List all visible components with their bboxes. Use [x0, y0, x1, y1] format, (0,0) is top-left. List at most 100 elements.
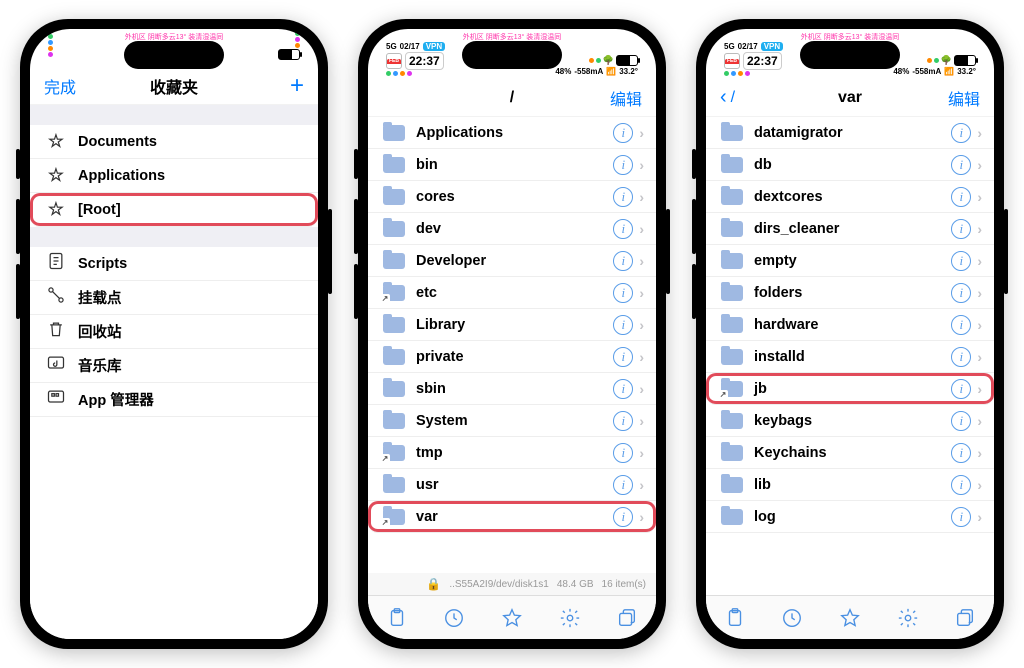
- folder-row[interactable]: keybags i ›: [706, 405, 994, 437]
- folder-icon: [721, 125, 743, 141]
- toolbar-gear-button[interactable]: [557, 605, 583, 631]
- back-button[interactable]: ‹ /: [720, 86, 735, 109]
- toolbar-windows-button[interactable]: [614, 605, 640, 631]
- folder-row[interactable]: Keychains i ›: [706, 437, 994, 469]
- folder-row[interactable]: System i ›: [368, 405, 656, 437]
- favorites-row[interactable]: 回收站: [30, 315, 318, 349]
- folder-row[interactable]: db i ›: [706, 149, 994, 181]
- info-button[interactable]: i: [951, 475, 971, 495]
- folder-row[interactable]: installd i ›: [706, 341, 994, 373]
- folder-row[interactable]: lib i ›: [706, 469, 994, 501]
- toolbar-clock-button[interactable]: [779, 605, 805, 631]
- add-button[interactable]: +: [290, 72, 304, 100]
- edit-button[interactable]: 编辑: [610, 86, 642, 110]
- folder-row[interactable]: Developer i ›: [368, 245, 656, 277]
- folder-row[interactable]: folders i ›: [706, 277, 994, 309]
- toolbar-gear-button[interactable]: [895, 605, 921, 631]
- folder-row[interactable]: dextcores i ›: [706, 181, 994, 213]
- folder-row[interactable]: private i ›: [368, 341, 656, 373]
- folder-icon: [383, 509, 405, 525]
- apps-icon: [45, 387, 67, 412]
- folder-row[interactable]: bin i ›: [368, 149, 656, 181]
- info-button[interactable]: i: [613, 187, 633, 207]
- folder-row[interactable]: cores i ›: [368, 181, 656, 213]
- info-button[interactable]: i: [613, 251, 633, 271]
- info-button[interactable]: i: [613, 347, 633, 367]
- folder-row[interactable]: dirs_cleaner i ›: [706, 213, 994, 245]
- info-button[interactable]: i: [613, 283, 633, 303]
- folder-row[interactable]: var i ›: [368, 501, 656, 533]
- row-label: tmp: [408, 445, 613, 461]
- favorites-row[interactable]: ☆ Documents: [30, 125, 318, 159]
- folder-icon: [721, 285, 743, 301]
- info-button[interactable]: i: [951, 507, 971, 527]
- nav-bar: ‹ / var 编辑: [706, 79, 994, 117]
- favorites-row[interactable]: 挂载点: [30, 281, 318, 315]
- info-button[interactable]: i: [613, 123, 633, 143]
- toolbar-clipboard-button[interactable]: [384, 605, 410, 631]
- folder-list-var[interactable]: datamigrator i › db i › dextcores i › di…: [706, 117, 994, 595]
- favorites-row[interactable]: App 管理器: [30, 383, 318, 417]
- info-button[interactable]: i: [951, 251, 971, 271]
- info-button[interactable]: i: [613, 443, 633, 463]
- folder-row[interactable]: etc i ›: [368, 277, 656, 309]
- folder-list-root[interactable]: Applications i › bin i › cores i › dev i…: [368, 117, 656, 573]
- script-icon: [46, 251, 66, 276]
- footer-size: 48.4 GB: [557, 579, 594, 590]
- row-label: Documents: [70, 134, 306, 150]
- chevron-right-icon: ›: [971, 381, 982, 397]
- info-button[interactable]: i: [613, 411, 633, 431]
- favorites-row[interactable]: ☆ Applications: [30, 159, 318, 193]
- chevron-right-icon: ›: [633, 349, 644, 365]
- nav-bar: 完成 收藏夹 +: [30, 67, 318, 105]
- row-label: db: [746, 157, 951, 173]
- toolbar-star-button[interactable]: [837, 605, 863, 631]
- info-button[interactable]: i: [951, 123, 971, 143]
- info-button[interactable]: i: [613, 219, 633, 239]
- trash-icon: [46, 319, 66, 344]
- info-button[interactable]: i: [951, 443, 971, 463]
- edit-button[interactable]: 编辑: [948, 86, 980, 110]
- info-button[interactable]: i: [951, 187, 971, 207]
- favorites-row[interactable]: Scripts: [30, 247, 318, 281]
- info-button[interactable]: i: [951, 411, 971, 431]
- info-button[interactable]: i: [613, 155, 633, 175]
- info-button[interactable]: i: [951, 315, 971, 335]
- folder-icon: [383, 317, 405, 333]
- row-label: lib: [746, 477, 951, 493]
- folder-row[interactable]: jb i ›: [706, 373, 994, 405]
- info-button[interactable]: i: [613, 379, 633, 399]
- toolbar-star-button[interactable]: [499, 605, 525, 631]
- toolbar-clock-button[interactable]: [441, 605, 467, 631]
- folder-row[interactable]: empty i ›: [706, 245, 994, 277]
- folder-row[interactable]: sbin i ›: [368, 373, 656, 405]
- lock-icon: 🔒: [426, 577, 441, 591]
- toolbar-windows-button[interactable]: [952, 605, 978, 631]
- info-button[interactable]: i: [951, 347, 971, 367]
- info-button[interactable]: i: [951, 155, 971, 175]
- info-button[interactable]: i: [951, 379, 971, 399]
- row-label: empty: [746, 253, 951, 269]
- info-button[interactable]: i: [951, 219, 971, 239]
- folder-icon: [721, 253, 743, 269]
- row-label: hardware: [746, 317, 951, 333]
- info-button[interactable]: i: [613, 475, 633, 495]
- toolbar-clipboard-button[interactable]: [722, 605, 748, 631]
- info-button[interactable]: i: [951, 283, 971, 303]
- folder-row[interactable]: hardware i ›: [706, 309, 994, 341]
- folder-row[interactable]: dev i ›: [368, 213, 656, 245]
- folder-row[interactable]: datamigrator i ›: [706, 117, 994, 149]
- favorites-row[interactable]: 音乐库: [30, 349, 318, 383]
- folder-row[interactable]: usr i ›: [368, 469, 656, 501]
- folder-row[interactable]: log i ›: [706, 501, 994, 533]
- favorites-row[interactable]: ☆ [Root]: [30, 193, 318, 227]
- folder-row[interactable]: Library i ›: [368, 309, 656, 341]
- row-label: usr: [408, 477, 613, 493]
- info-button[interactable]: i: [613, 507, 633, 527]
- chevron-right-icon: ›: [633, 189, 644, 205]
- folder-icon: [721, 349, 743, 365]
- folder-row[interactable]: Applications i ›: [368, 117, 656, 149]
- folder-row[interactable]: tmp i ›: [368, 437, 656, 469]
- done-button[interactable]: 完成: [44, 74, 76, 98]
- info-button[interactable]: i: [613, 315, 633, 335]
